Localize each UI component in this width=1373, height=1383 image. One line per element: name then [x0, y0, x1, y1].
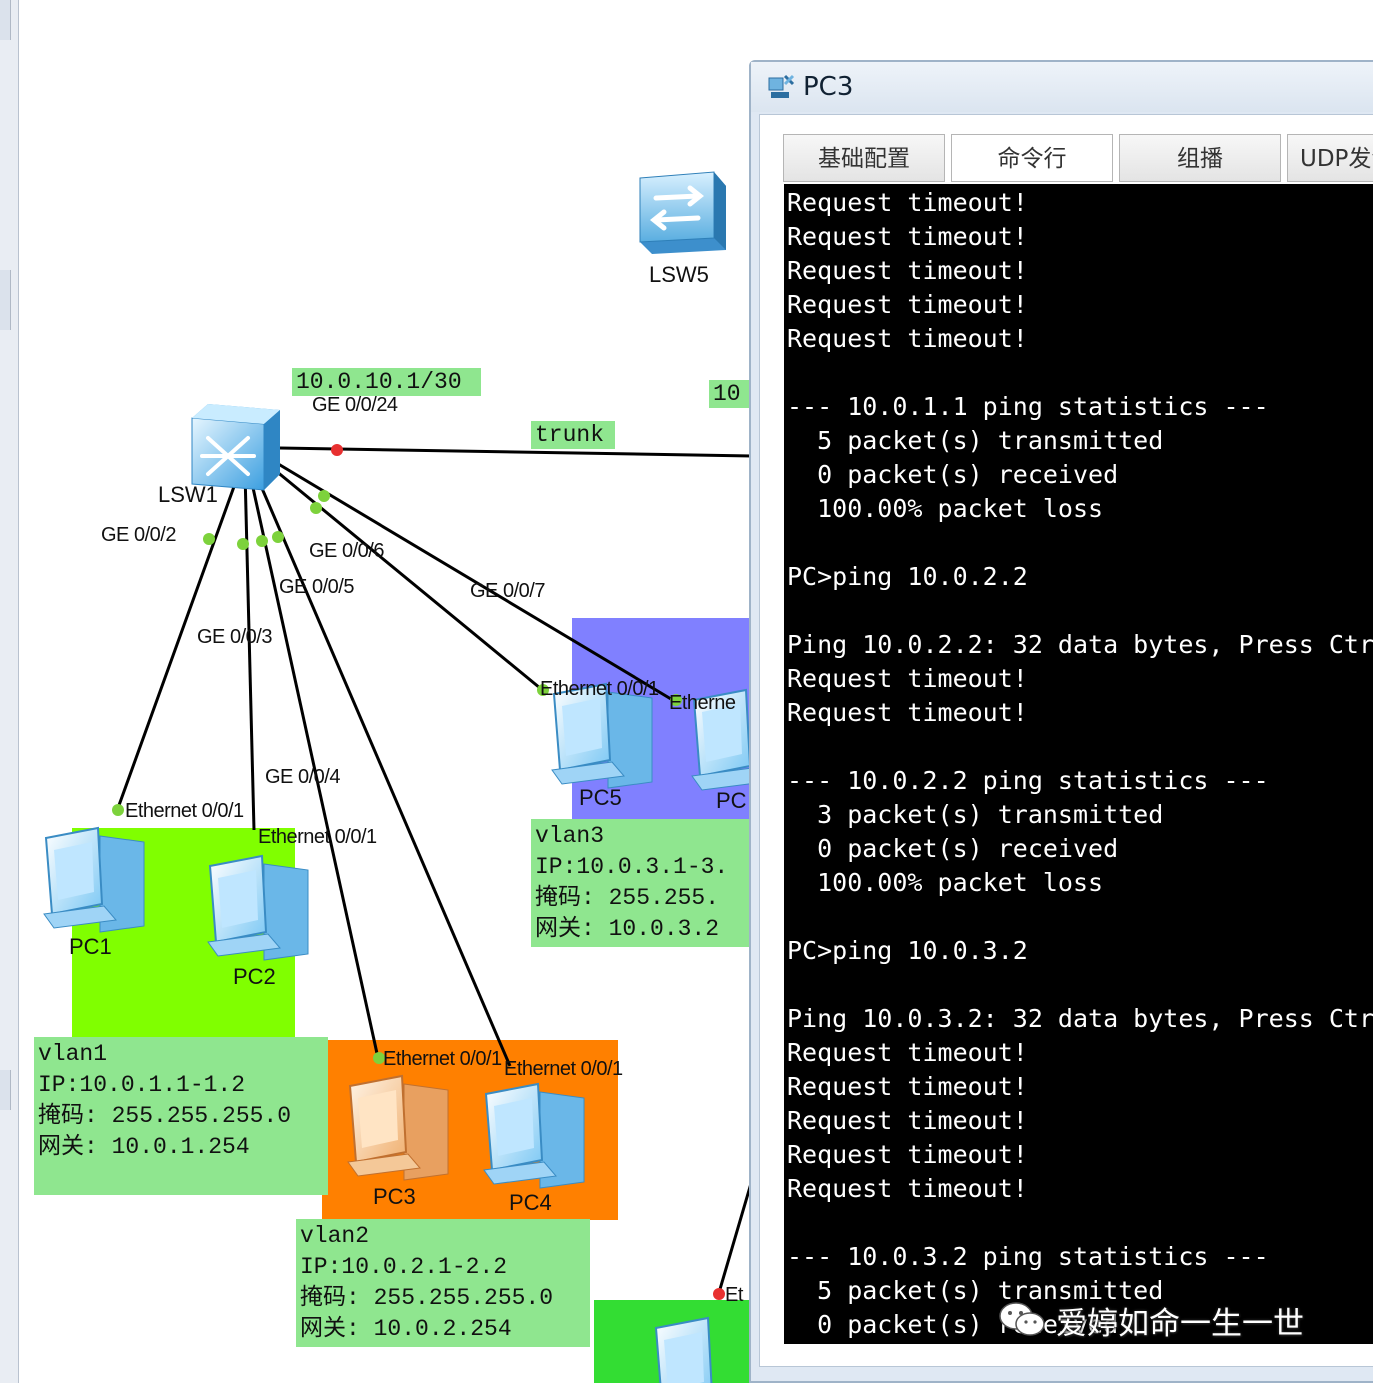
window-title: PC3: [803, 72, 854, 102]
vlan-mask: 掩码: 255.255.: [535, 885, 720, 911]
pc3-window[interactable]: PC3 基础配置 命令行 组播 UDP发包工具 Request timeout!…: [749, 60, 1373, 1383]
vlan1-info-box: vlan1 IP:10.0.1.1-1.2 掩码: 255.255.255.0 …: [34, 1037, 328, 1195]
link-pc2: [243, 471, 256, 831]
pc4-icon[interactable]: [483, 1082, 585, 1189]
port-label: Etherne: [669, 692, 736, 714]
vlan-mask: 掩码: 255.255.255.0: [300, 1285, 554, 1311]
right-ip-tag: 10: [709, 380, 753, 408]
port-label: GE 0/0/24: [312, 394, 398, 416]
vlan-name: vlan2: [300, 1223, 370, 1249]
link-bottom: [716, 1179, 754, 1297]
port-label: Ethernet 0/0/1: [125, 800, 244, 822]
port-label: GE 0/0/6: [309, 540, 384, 562]
vlan3-info-box: vlan3 IP:10.0.3.1-3. 掩码: 255.255. 网关: 10…: [531, 819, 752, 947]
port-up-dot: [203, 533, 215, 545]
port-label: GE 0/0/4: [265, 766, 340, 788]
port-label: Ethernet 0/0/1: [540, 678, 659, 700]
device-name-pc6[interactable]: PC: [716, 788, 747, 814]
device-name-pc2[interactable]: PC2: [233, 964, 276, 990]
link-trunk: [279, 446, 753, 458]
vlan-mask: 掩码: 255.255.255.0: [38, 1103, 292, 1129]
wechat-icon: [999, 1302, 1045, 1336]
port-up-dot: [272, 531, 284, 543]
vlan-gateway: 网关: 10.0.2.254: [300, 1316, 512, 1342]
pc3-icon[interactable]: [347, 1074, 449, 1181]
switch-icon[interactable]: [639, 171, 726, 254]
port-up-dot: [256, 535, 268, 547]
port-up-dot: [310, 502, 322, 514]
vlan-gateway: 网关: 10.0.3.2: [535, 916, 720, 942]
port-label: GE 0/0/2: [101, 524, 176, 546]
vlan-ip: IP:10.0.1.1-1.2: [38, 1072, 246, 1098]
device-name-pc1[interactable]: PC1: [69, 934, 112, 960]
tab-multicast[interactable]: 组播: [1119, 134, 1281, 182]
vlan-ip: IP:10.0.2.1-2.2: [300, 1254, 508, 1280]
pc2-icon[interactable]: [207, 854, 309, 961]
pc-window-icon: [768, 74, 795, 98]
vlan-name: vlan3: [535, 823, 605, 849]
uplink-ip-tag: 10.0.10.1/30: [292, 368, 481, 396]
core-switch-icon[interactable]: [191, 404, 280, 491]
port-label: GE 0/0/3: [197, 626, 272, 648]
vlan-gateway: 网关: 10.0.1.254: [38, 1134, 250, 1160]
port-label: GE 0/0/5: [279, 576, 354, 598]
port-up-dot: [318, 490, 330, 502]
port-down-dot: [331, 444, 343, 456]
trunk-tag: trunk: [531, 421, 615, 449]
command-console[interactable]: Request timeout! Request timeout! Reques…: [784, 184, 1373, 1344]
device-name-lsw1[interactable]: LSW1: [158, 482, 218, 508]
watermark-text: 爱婷如命一生一世: [1056, 1306, 1304, 1342]
port-label: Ethernet 0/0/1: [383, 1048, 502, 1070]
vlan-ip: IP:10.0.3.1-3.: [535, 854, 729, 880]
vlan-name: vlan1: [38, 1041, 108, 1067]
device-name-pc4[interactable]: PC4: [509, 1190, 552, 1216]
port-label: Et: [725, 1284, 743, 1306]
window-titlebar[interactable]: PC3: [751, 62, 1373, 112]
port-up-dot: [112, 804, 124, 816]
device-name-pc5[interactable]: PC5: [579, 785, 622, 811]
port-up-dot: [237, 538, 249, 550]
tab-basic-config[interactable]: 基础配置: [783, 134, 945, 182]
pc1-icon[interactable]: [43, 826, 145, 933]
device-name-pc3[interactable]: PC3: [373, 1184, 416, 1210]
port-label: Ethernet 0/0/1: [504, 1058, 623, 1080]
vlan2-info-box: vlan2 IP:10.0.2.1-2.2 掩码: 255.255.255.0 …: [296, 1219, 590, 1347]
tab-udp-tool[interactable]: UDP发包工具: [1287, 134, 1373, 182]
tab-command-line[interactable]: 命令行: [951, 134, 1113, 182]
port-label: GE 0/0/7: [470, 580, 545, 602]
console-output: Request timeout! Request timeout! Reques…: [787, 188, 1373, 1339]
port-down-dot: [713, 1288, 725, 1300]
pc7-icon[interactable]: [654, 1316, 713, 1383]
port-label: Ethernet 0/0/1: [258, 826, 377, 848]
device-name-lsw5[interactable]: LSW5: [649, 262, 709, 288]
